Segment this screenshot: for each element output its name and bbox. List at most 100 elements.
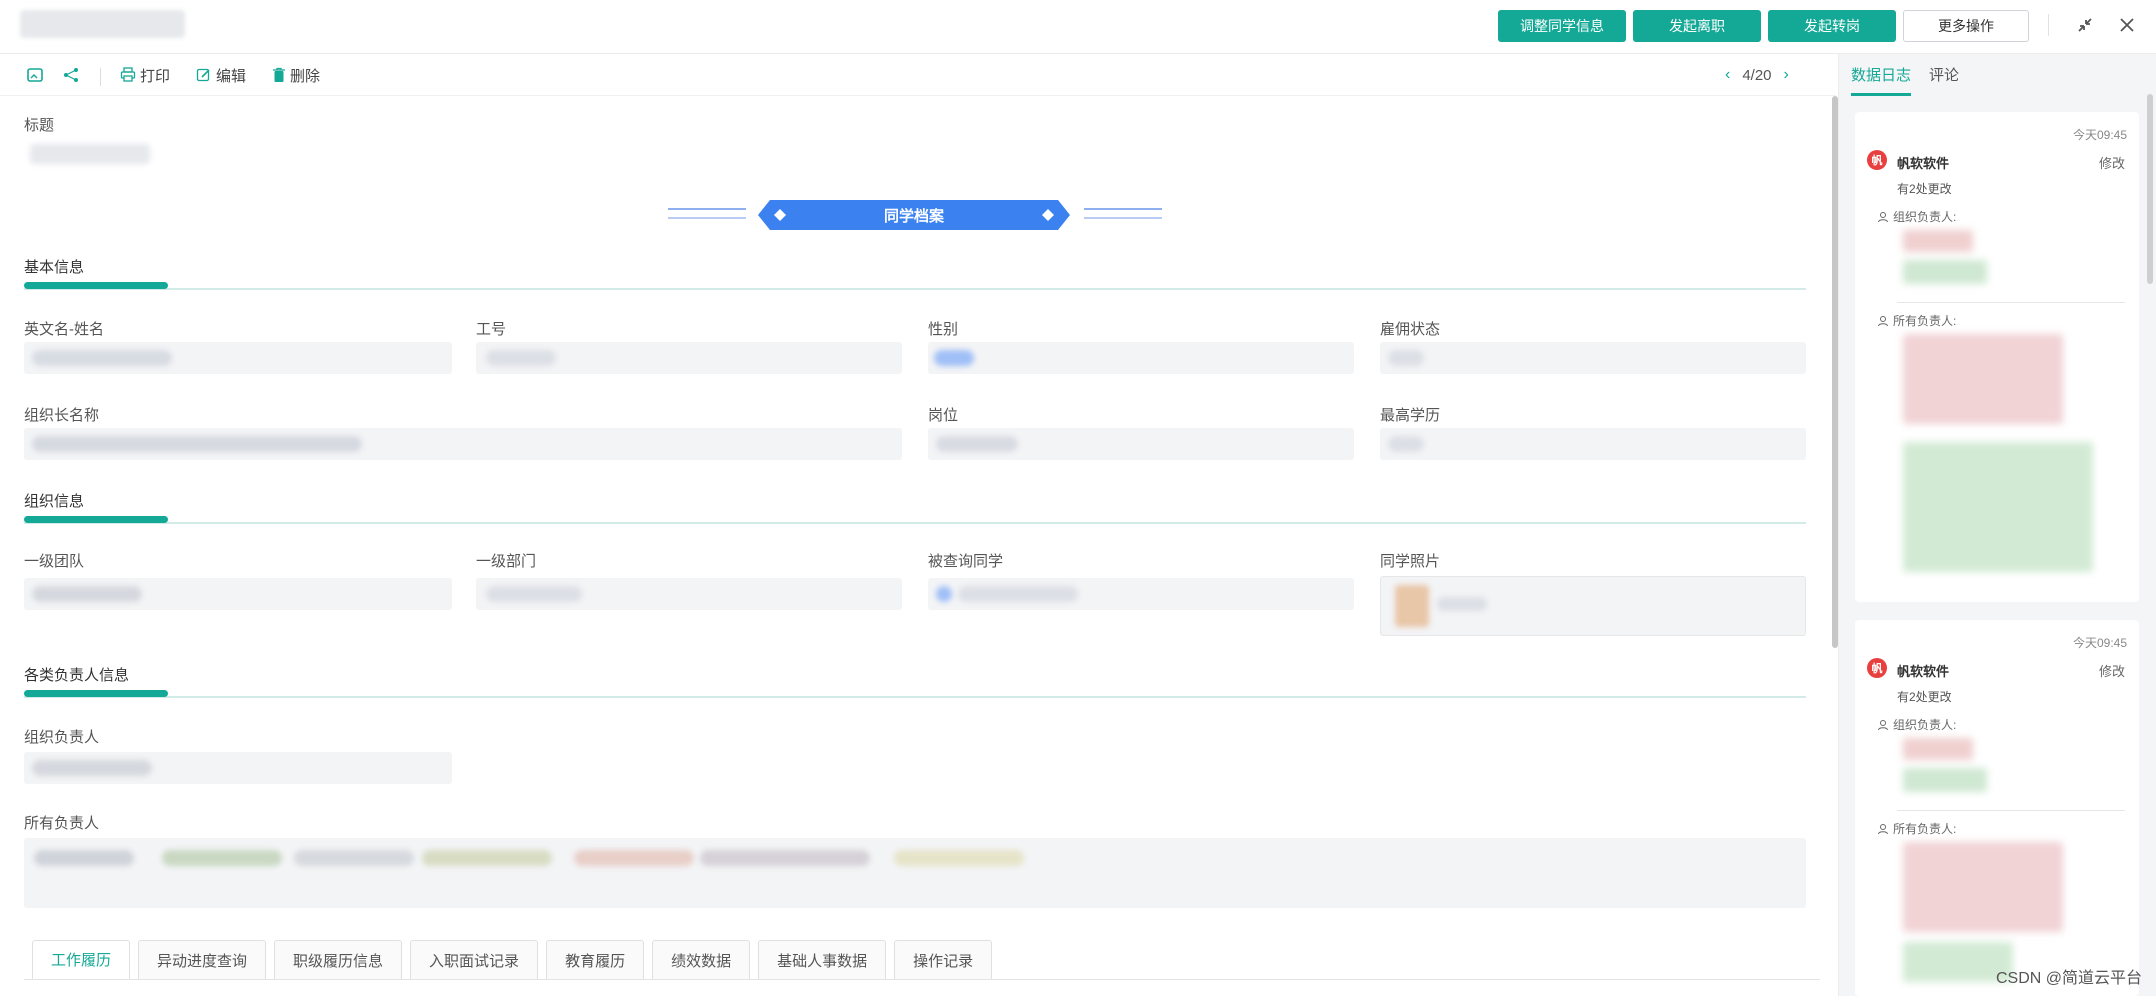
tab-hr-data[interactable]: 基础人事数据 (758, 940, 887, 980)
start-resign-button[interactable]: 发起离职 (1633, 10, 1761, 42)
dept-l1-label: 一级部门 (476, 553, 537, 570)
tab-education-history[interactable]: 教育履历 (546, 940, 645, 980)
collapse-icon[interactable] (2070, 10, 2100, 40)
section-accent (24, 690, 168, 697)
position-field (928, 428, 1354, 460)
pager-text: 4/20 (1742, 66, 1772, 84)
log-time: 今天09:45 (2072, 128, 2127, 142)
tab-performance-data[interactable]: 绩效数据 (652, 940, 751, 980)
photo-thumbnail[interactable] (1395, 585, 1429, 627)
team-l1-field (24, 578, 452, 610)
org-full-name-label: 组织长名称 (24, 407, 100, 424)
education-field (1380, 428, 1806, 460)
tab-comments[interactable]: 评论 (1929, 64, 1959, 96)
section-divider (24, 522, 1806, 524)
title-value (30, 144, 150, 164)
tabs-divider (24, 979, 1820, 980)
employment-status-field (1380, 342, 1806, 374)
log-removed-value (1903, 230, 1973, 252)
section-title-basic: 基本信息 (24, 259, 85, 276)
banner-decoration (1084, 208, 1162, 210)
chevron-left-icon[interactable]: ‹ (1725, 66, 1730, 84)
picture-icon[interactable] (26, 63, 44, 87)
banner-title: 同学档案 (883, 207, 944, 225)
detail-tabs: 工作履历 异动进度查询 职级履历信息 入职面试记录 教育履历 绩效数据 基础人事… (32, 940, 993, 980)
org-owner-field (24, 752, 452, 784)
section-title-org: 组织信息 (24, 493, 85, 510)
avatar: 帆 (1867, 658, 1887, 678)
log-divider (1897, 302, 2125, 303)
gender-field (928, 342, 1354, 374)
log-action: 修改 (2098, 664, 2125, 679)
log-summary: 有2处更改 (1897, 690, 1952, 704)
log-user: 帆软软件 (1897, 664, 1950, 679)
more-actions-button[interactable]: 更多操作 (1903, 10, 2029, 42)
user-icon (1878, 719, 1888, 730)
all-owners-field (24, 838, 1806, 908)
banner-decoration (668, 208, 746, 210)
watermark-text: CSDN @简道云平台 (1995, 970, 2142, 987)
photo-label: 同学照片 (1380, 553, 1441, 570)
team-l1-label: 一级团队 (24, 553, 85, 570)
avatar: 帆 (1867, 150, 1887, 170)
tab-transfer-progress[interactable]: 异动进度查询 (138, 940, 267, 980)
log-removed-value (1903, 738, 1973, 760)
tab-grade-history[interactable]: 职级履历信息 (274, 940, 403, 980)
toolbar-divider (100, 68, 101, 86)
tab-work-history[interactable]: 工作履历 (32, 940, 131, 980)
activity-panel: 数据日志 评论 今天09:45 帆 帆软软件 修改 有2处更改 组织负责人: 所… (1838, 54, 2156, 996)
user-icon (1878, 211, 1888, 222)
start-transfer-button[interactable]: 发起转岗 (1768, 10, 1896, 42)
section-divider (24, 696, 1806, 698)
log-removed-value (1903, 842, 2063, 932)
archive-banner: 同学档案 (758, 200, 1070, 230)
photo-field[interactable] (1380, 576, 1806, 636)
section-accent (24, 516, 168, 523)
tab-operation-log[interactable]: 操作记录 (894, 940, 993, 980)
section-divider (24, 288, 1806, 290)
title-label: 标题 (24, 117, 55, 134)
english-name-label: 英文名-姓名 (24, 321, 104, 338)
log-summary: 有2处更改 (1897, 182, 1952, 196)
education-label: 最高学历 (1380, 407, 1441, 424)
banner-decoration (1084, 217, 1162, 219)
log-action: 修改 (2098, 156, 2125, 171)
page-title (20, 10, 185, 38)
log-divider (1897, 810, 2125, 811)
org-full-name-field (24, 428, 902, 460)
queried-colleague-field (928, 578, 1354, 610)
printer-icon (120, 67, 136, 82)
top-bar: 调整同学信息 发起离职 发起转岗 更多操作 (0, 0, 2156, 54)
chevron-right-icon[interactable]: › (1784, 66, 1789, 84)
dept-l1-field (476, 578, 902, 610)
tab-interview-records[interactable]: 入职面试记录 (410, 940, 539, 980)
print-button[interactable]: 打印 (120, 63, 170, 87)
edit-button[interactable]: 编辑 (196, 63, 246, 87)
log-field-all-owners: 所有负责人: (1877, 312, 1956, 329)
adjust-info-button[interactable]: 调整同学信息 (1498, 10, 1626, 42)
tab-data-log[interactable]: 数据日志 (1851, 64, 1912, 96)
activity-tabs: 数据日志 评论 (1851, 64, 1959, 96)
all-owners-label: 所有负责人 (24, 815, 100, 832)
delete-button[interactable]: 删除 (272, 63, 320, 87)
section-title-owners: 各类负责人信息 (24, 667, 130, 684)
log-card: 今天09:45 帆 帆软软件 修改 有2处更改 组织负责人: 所有负责人: (1855, 620, 2139, 996)
employment-status-label: 雇佣状态 (1380, 321, 1441, 338)
queried-colleague-label: 被查询同学 (928, 553, 1004, 570)
share-icon[interactable] (62, 63, 80, 87)
gender-label: 性别 (928, 321, 959, 338)
trash-icon (273, 67, 285, 82)
log-added-value (1903, 260, 1987, 284)
header-divider (2048, 14, 2049, 36)
banner-decoration (668, 217, 746, 219)
log-user: 帆软软件 (1897, 156, 1950, 171)
close-icon[interactable] (2112, 10, 2142, 40)
record-toolbar: 打印 编辑 删除 ‹ 4/20 › (0, 54, 1836, 96)
log-added-value (1903, 768, 1987, 792)
panel-scrollbar[interactable] (2147, 94, 2153, 284)
employee-no-field (476, 342, 902, 374)
user-icon (1878, 823, 1888, 834)
log-removed-value (1903, 334, 2063, 424)
log-added-value (1903, 442, 2093, 572)
log-field-org-owner: 组织负责人: (1877, 208, 1956, 225)
